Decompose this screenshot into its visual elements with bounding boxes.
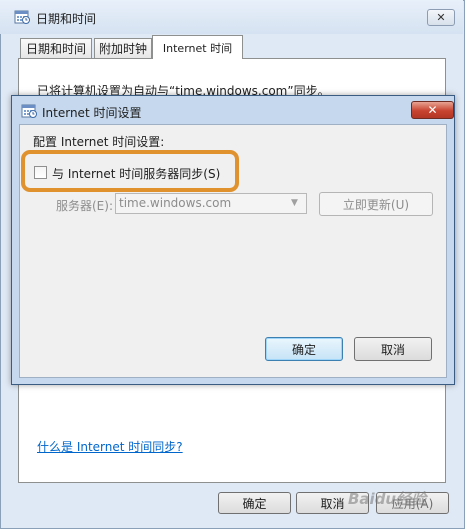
server-label: 服务器(E): bbox=[56, 199, 113, 213]
close-icon: ✕ bbox=[436, 11, 446, 24]
tab-date-time[interactable]: 日期和时间 bbox=[20, 38, 92, 58]
ok-button[interactable]: 确定 bbox=[218, 492, 291, 514]
calendar-clock-icon bbox=[14, 9, 30, 25]
dialog-title: Internet 时间设置 bbox=[42, 106, 142, 120]
chevron-down-icon[interactable]: ▼ bbox=[291, 198, 298, 208]
update-now-button[interactable]: 立即更新(U) bbox=[319, 192, 433, 216]
internet-time-help-link[interactable]: 什么是 Internet 时间同步? bbox=[37, 438, 183, 455]
dialog-close-button[interactable]: ✕ bbox=[411, 101, 454, 119]
calendar-clock-icon bbox=[21, 103, 37, 119]
tab-internet-time[interactable]: Internet 时间 bbox=[152, 35, 243, 59]
config-label: 配置 Internet 时间设置: bbox=[33, 135, 165, 149]
tab-additional-clocks[interactable]: 附加时钟 bbox=[94, 38, 152, 58]
baidu-watermark: Baidu经验 bbox=[348, 490, 427, 508]
close-icon: ✕ bbox=[427, 103, 438, 117]
sync-checkbox-label[interactable]: 与 Internet 时间服务器同步(S) bbox=[52, 165, 220, 182]
sync-checkbox[interactable] bbox=[34, 166, 47, 179]
window-title: 日期和时间 bbox=[36, 12, 97, 26]
server-value: time.windows.com bbox=[119, 196, 232, 210]
dialog-cancel-button[interactable]: 取消 bbox=[354, 337, 432, 361]
dialog-ok-button[interactable]: 确定 bbox=[265, 337, 343, 361]
window-close-button[interactable]: ✕ bbox=[427, 9, 455, 26]
